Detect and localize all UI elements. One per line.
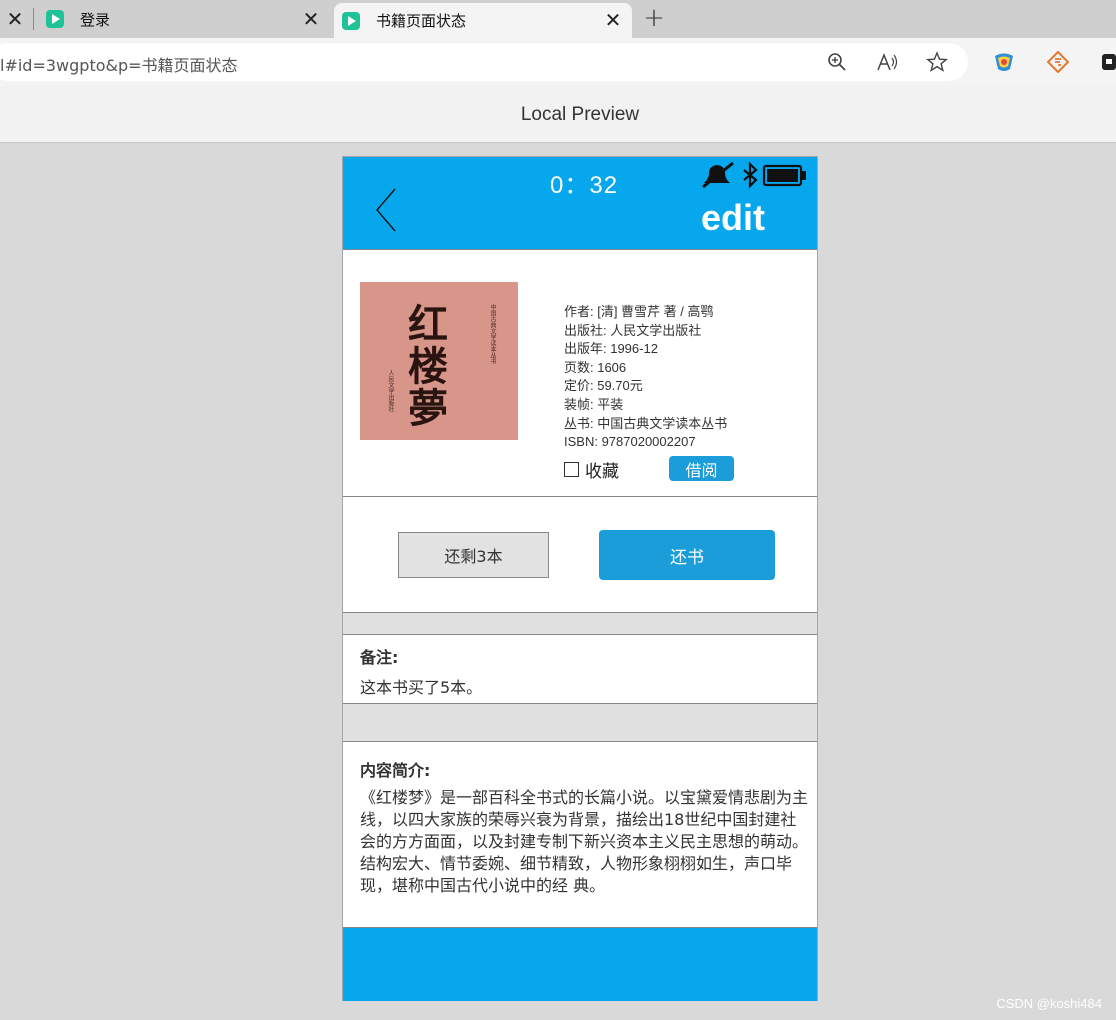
new-tab-icon[interactable]: + [640, 3, 668, 33]
book-pub-year: 出版年: 1996-12 [564, 341, 658, 357]
bluetooth-icon [743, 161, 758, 189]
favorite-checkbox[interactable] [564, 462, 579, 477]
close-tab-icon[interactable]: ✕ [602, 8, 624, 32]
back-arrow-icon[interactable] [373, 187, 399, 233]
book-price: 定价: 59.70元 [564, 378, 643, 394]
tab-strip: ✕ 登录 ✕ 书籍页面状态 ✕ + [0, 0, 1116, 38]
address-bar[interactable]: l#id=3wgpto&p=书籍页面状态 [0, 43, 968, 81]
book-binding: 装帧: 平装 [564, 396, 624, 412]
status-time: 0：32 [550, 172, 619, 199]
tab-book-page-state[interactable]: 书籍页面状态 ✕ [334, 3, 632, 38]
favorite-star-icon[interactable] [926, 51, 948, 73]
favorite-label: 收藏 [585, 462, 619, 482]
app-favicon-icon [342, 11, 360, 30]
borrow-button[interactable]: 借阅 [669, 456, 734, 481]
watermark: CSDN @koshi484 [996, 996, 1102, 1011]
preview-title: Local Preview [520, 104, 640, 125]
phone-frame: 0：32 edit 红 楼 夢 中国古典文学读本丛书 人民文学出版社 作者: [… [342, 156, 818, 1001]
book-publisher: 出版社: 人民文学出版社 [564, 322, 702, 338]
book-cover-image: 红 楼 夢 中国古典文学读本丛书 人民文学出版社 [360, 282, 518, 440]
intro-body: 《红楼梦》是一部百科全书式的长篇小说。以宝黛爱情悲剧为主线，以四大家族的荣辱兴衰… [360, 788, 809, 895]
url-text: l#id=3wgpto&p=书籍页面状态 [0, 56, 238, 75]
tab-separator [33, 8, 34, 30]
mute-bell-icon [702, 161, 734, 189]
note-card: 备注: 这本书买了5本。 [343, 634, 817, 704]
extension-icon[interactable] [1046, 50, 1070, 74]
return-book-button[interactable]: 还书 [599, 530, 775, 580]
remaining-count-button[interactable]: 还剩3本 [398, 532, 549, 578]
browser-toolbar: l#id=3wgpto&p=书籍页面状态 [0, 38, 1116, 86]
zoom-icon[interactable] [826, 51, 848, 73]
book-pages: 页数: 1606 [564, 359, 627, 375]
note-heading: 备注: [360, 648, 399, 667]
intro-heading: 内容简介: [360, 761, 431, 780]
note-body: 这本书买了5本。 [360, 678, 483, 697]
extension-icon[interactable] [1100, 51, 1116, 73]
cover-char: 夢 [408, 385, 448, 432]
cover-publisher: 人民文学出版社 [387, 370, 394, 412]
close-icon[interactable]: ✕ [0, 4, 30, 34]
book-info-list: 作者: [清] 曹雪芹 著 / 高鹗 出版社: 人民文学出版社 出版年: 199… [564, 303, 727, 452]
book-series: 丛书: 中国古典文学读本丛书 [564, 415, 728, 431]
status-icons [702, 161, 806, 189]
preview-header: Local Preview [0, 86, 1116, 143]
tab-login[interactable]: 登录 ✕ [38, 2, 330, 36]
book-isbn: ISBN: 9787020002207 [564, 434, 696, 450]
read-aloud-icon[interactable] [876, 51, 898, 73]
cover-series: 中国古典文学读本丛书 [489, 304, 496, 364]
favorite-toggle[interactable]: 收藏 [564, 457, 619, 482]
tab-title: 书籍页面状态 [376, 12, 467, 30]
battery-icon [762, 164, 806, 187]
close-tab-icon[interactable]: ✕ [300, 7, 322, 31]
book-details-card: 红 楼 夢 中国古典文学读本丛书 人民文学出版社 作者: [清] 曹雪芹 著 /… [343, 249, 817, 497]
app-title: edit [701, 197, 766, 238]
extension-icon[interactable] [993, 51, 1015, 73]
app-favicon-icon [46, 10, 64, 28]
intro-card: 内容简介: 《红楼梦》是一部百科全书式的长篇小说。以宝黛爱情悲剧为主线，以四大家… [343, 741, 817, 927]
actions-card: 还剩3本 还书 [343, 497, 817, 613]
app-header: 0：32 edit [343, 157, 817, 249]
book-author: 作者: [清] 曹雪芹 著 / 高鹗 [564, 304, 714, 319]
app-footer-bar [343, 927, 817, 1001]
tab-title: 登录 [80, 10, 111, 29]
